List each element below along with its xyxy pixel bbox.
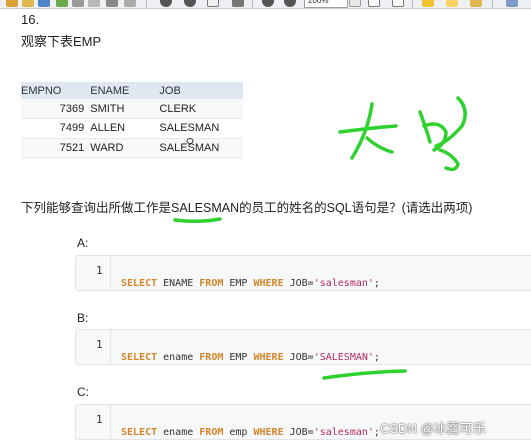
line-gutter [76,256,111,290]
table-cell-job: SALESMAN [159,138,243,158]
table-cell-ename: ALLEN [90,118,160,139]
printer-icon[interactable] [106,0,118,7]
hand-tool-icon[interactable] [232,0,244,7]
document-icon[interactable] [88,0,100,7]
sql-text: ; [373,352,380,363]
option-c-label: C: [77,385,89,399]
new-file-icon[interactable] [6,0,18,7]
annotation-stroke [422,122,448,152]
table-cell-ename: SMITH [90,99,160,119]
watermark: CSDN @冰露可乐 [380,421,486,436]
question-number: 16. [21,12,40,27]
sql-keyword: FROM [199,278,224,289]
comment-icon[interactable] [422,0,434,7]
sql-text: ename [157,352,200,363]
line-gutter [76,405,111,439]
option-a-label: A: [77,236,89,250]
column-header: JOB [159,82,243,99]
open-folder-icon[interactable] [22,0,34,7]
save-icon[interactable] [38,0,50,7]
table-cell-job: CLERK [159,99,243,119]
sql-keyword: FROM [199,427,224,438]
line-number: 1 [96,264,103,277]
table-row: 7369 SMITH CLERK [21,99,243,119]
sql-keyword: WHERE [253,278,284,289]
select-tool-icon[interactable] [207,0,219,7]
table-row: 7521 WARD SALESMAN [21,138,243,158]
sql-text: EMP [223,278,254,289]
sql-text: JOB= [283,278,314,289]
sql-keyword: WHERE [253,352,284,363]
annotation-stroke [350,102,374,160]
line-gutter [76,330,111,364]
table-cell-ename: WARD [90,138,160,158]
question-before: 下列能够查询出所做工作是 [21,201,172,215]
mail-icon[interactable] [124,0,136,7]
table-intro: 观察下表EMP [21,34,102,49]
sql-keyword: SELECT [121,352,158,363]
toolbar-separator [412,0,413,8]
annotation-stroke [418,110,432,144]
question-after: 的员工的姓名的SQL语句是？(请选出两项) [239,201,473,215]
handwriting-annotation [173,96,467,380]
line-number: 1 [96,413,103,426]
toolbar-separator [492,0,493,8]
annotation-stroke [338,124,398,134]
sql-keyword: SELECT [121,278,158,289]
annotation-stroke [438,148,460,172]
share-icon[interactable] [506,0,518,7]
code-line: SELECT ename FROM EMP WHERE JOB='SALESMA… [121,352,380,363]
copy-icon[interactable] [72,0,84,7]
column-header: EMPNO [21,82,91,99]
sql-text: ; [373,278,380,289]
code-line: SELECT ENAME FROM EMP WHERE JOB='salesma… [121,278,380,289]
sql-keyword: FROM [199,352,224,363]
sql-text: ename [157,427,200,438]
zoom-dropdown-icon[interactable] [349,0,361,7]
highlight-icon[interactable] [446,0,458,7]
stop-icon[interactable] [160,0,172,7]
question-highlight: SALESMAN [171,201,240,215]
table-header-row: EMPNO ENAME JOB [21,82,243,99]
print-icon[interactable] [56,0,68,7]
fit-width-icon[interactable] [392,0,404,7]
sql-string: 'SALESMAN' [313,352,374,363]
zoom-in-icon[interactable] [284,0,296,7]
annotation-icon[interactable] [470,0,482,7]
question-text: 下列能够查询出所做工作是SALESMAN的员工的姓名的SQL语句是？(请选出两项… [21,197,472,216]
sql-text: JOB= [283,427,314,438]
sql-text: EMP [223,352,254,363]
option-a-code-block: 1 SELECT ENAME FROM EMP WHERE JOB='sales… [75,255,531,291]
toolbar-separator [146,0,147,8]
annotation-stroke [365,136,394,154]
code-line: SELECT ename FROM emp WHERE JOB='salesma… [121,427,380,438]
back-icon[interactable] [184,0,196,7]
option-b-code-block: 1 SELECT ename FROM EMP WHERE JOB='SALES… [75,329,531,365]
sql-text: JOB= [283,352,314,363]
toolbar: 200% [0,0,531,9]
annotation-stroke [434,96,467,148]
sql-text: ENAME [157,278,200,289]
toolbar-separator [252,0,253,8]
line-number: 1 [96,338,103,351]
zoom-select[interactable]: 200% [304,0,348,8]
sql-string: 'salesman' [313,278,374,289]
fit-page-icon[interactable] [368,0,380,7]
table-cell-empno: 7499 [21,118,91,139]
sql-text: emp [223,427,254,438]
sql-keyword: SELECT [121,427,158,438]
sql-string: 'salesman' [313,427,374,438]
annotation-stroke [173,217,222,224]
zoom-out-icon[interactable] [262,0,274,7]
annotation-stroke [322,369,407,380]
emp-table: EMPNO ENAME JOB 7369 SMITH CLERK 7499 AL… [21,82,243,158]
column-header: ENAME [90,82,160,99]
option-b-label: B: [77,311,89,325]
table-cell-job: SALESMAN [159,118,243,139]
table-cell-empno: 7369 [21,99,91,119]
table-cell-empno: 7521 [21,138,91,158]
table-row: 7499 ALLEN SALESMAN [21,118,243,139]
sql-keyword: WHERE [253,427,284,438]
